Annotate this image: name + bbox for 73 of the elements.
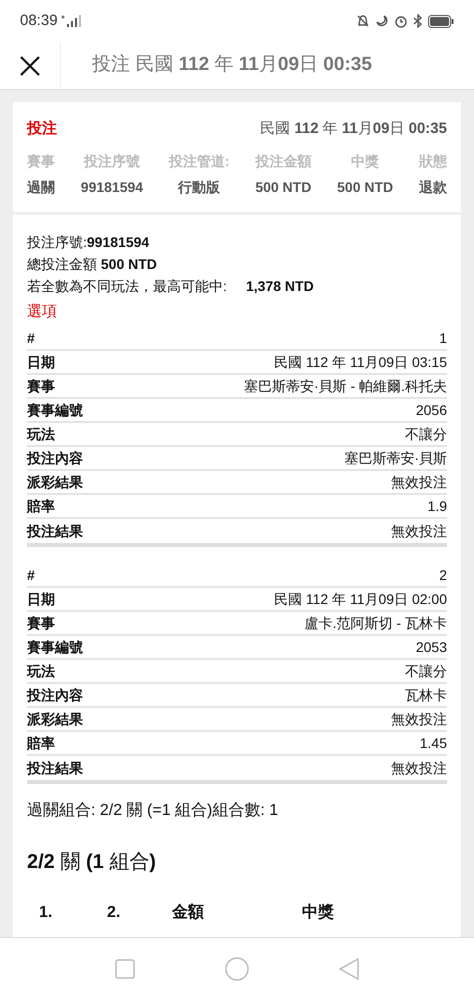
info-line: 總投注金額 500 NTD (27, 254, 158, 274)
row-label: # (27, 566, 35, 584)
alarm-icon (394, 14, 408, 28)
row-value: 2056 (416, 400, 447, 420)
row-value: 1.45 (420, 734, 447, 752)
row-value: 不讓分 (405, 662, 447, 680)
row-label: 派彩結果 (27, 710, 83, 728)
column-label: 賽事 (27, 152, 55, 170)
column-label: 投注金額 (255, 152, 312, 170)
row-value: 1.9 (428, 496, 447, 516)
row-label: # (27, 328, 35, 348)
bluetooth-icon (413, 14, 423, 28)
bet-type: 投注 (27, 119, 57, 139)
page-title: 投注 民國 112 年 11月09日 00:35 (92, 53, 372, 78)
info-line: 投注序號:99181594 (27, 232, 150, 252)
row-label: 賠率 (27, 734, 55, 752)
row-value: 無效投注 (391, 522, 447, 540)
row-label: 賽事編號 (27, 638, 83, 656)
row-label: 賽事編號 (27, 400, 83, 420)
status-time: 08:39 (20, 10, 58, 31)
column-value: 99181594 (80, 178, 144, 196)
column-label: 中獎 (351, 152, 380, 170)
row-value: 無效投注 (391, 710, 447, 728)
row-value: 無效投注 (391, 758, 447, 778)
bell-off-icon (356, 14, 370, 28)
row-label: 日期 (27, 352, 55, 372)
column-label: 狀態 (418, 152, 447, 170)
row-value: 不讓分 (405, 424, 447, 444)
combo-column-header: 金額 (172, 902, 205, 923)
row-value: 2 (439, 566, 447, 584)
row-label: 投注結果 (27, 758, 83, 778)
signal-icon (60, 15, 81, 27)
row-value: 民國 112 年 11月09日 02:00 (274, 590, 447, 608)
row-label: 賽事 (27, 376, 55, 396)
row-value: 民國 112 年 11月09日 03:15 (274, 352, 447, 372)
combo-column-header: 2. (107, 903, 122, 923)
bet-date: 民國 112 年 11月09日 00:35 (260, 119, 447, 139)
column-label: 投注序號 (84, 152, 140, 170)
row-label: 派彩結果 (27, 472, 83, 492)
row-label: 投注結果 (27, 522, 83, 540)
row-label: 日期 (27, 590, 55, 608)
row-value: 塞巴斯蒂安·貝斯 (344, 448, 447, 468)
combo-heading: 2/2 關 (1 組合) (27, 850, 157, 875)
row-label: 賽事 (27, 614, 55, 632)
combo-column-header: 1. (39, 903, 54, 923)
column-value: 500 NTD (255, 178, 312, 196)
row-value: 塞巴斯蒂安·貝斯 - 帕維爾.科托夫 (244, 376, 447, 396)
row-label: 玩法 (27, 424, 55, 444)
column-value: 過關 (27, 178, 55, 196)
combo-summary: 過關組合: 2/2 關 (=1 組合)組合數: 1 (27, 801, 280, 821)
column-label: 投注管道: (168, 152, 230, 170)
max-win-label: 若全數為不同玩法，最高可能中: (27, 276, 228, 296)
close-icon (19, 54, 41, 76)
row-value: 瓦林卡 (405, 686, 447, 704)
battery-icon (428, 14, 454, 28)
recent-apps-icon[interactable] (115, 959, 135, 979)
row-label: 投注內容 (27, 448, 83, 468)
combo-column-header: 中獎 (302, 902, 335, 923)
home-icon[interactable] (225, 957, 249, 981)
column-value: 500 NTD (337, 178, 394, 196)
row-value: 盧卡.范阿斯切 - 瓦林卡 (304, 614, 447, 632)
row-label: 投注內容 (27, 686, 83, 704)
row-label: 賠率 (27, 496, 55, 516)
column-value: 行動版 (178, 178, 220, 196)
options-title: 選項 (27, 302, 58, 322)
back-icon[interactable] (339, 958, 359, 980)
row-label: 玩法 (27, 662, 55, 680)
row-value: 1 (439, 328, 447, 348)
row-value: 無效投注 (391, 472, 447, 492)
max-win-value: 1,378 NTD (246, 276, 314, 296)
moon-icon (375, 14, 389, 28)
row-value: 2053 (416, 638, 447, 656)
column-value: 退款 (418, 178, 447, 196)
